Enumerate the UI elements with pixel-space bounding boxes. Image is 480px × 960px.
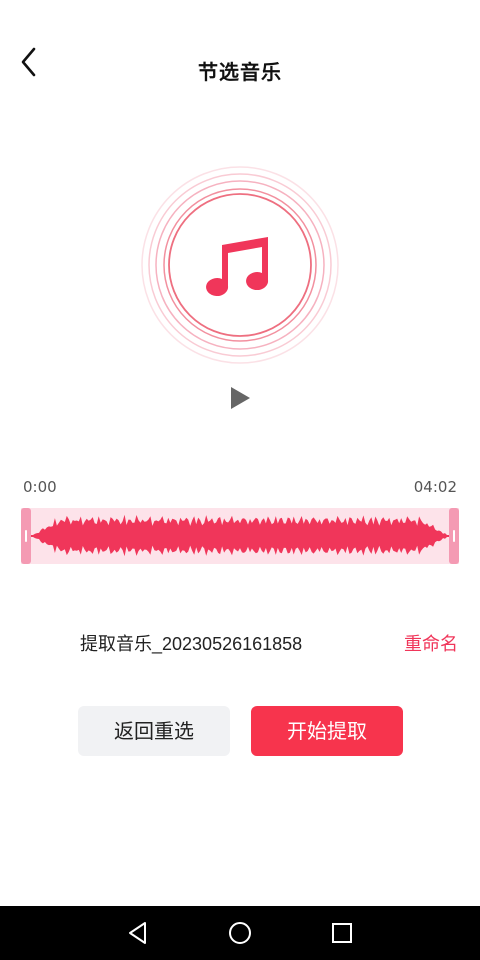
start-time: 0:00 [23, 478, 57, 496]
end-time: 04:02 [413, 478, 457, 496]
start-extract-button[interactable]: 开始提取 [251, 706, 403, 756]
rename-button[interactable]: 重命名 [404, 630, 458, 656]
waveform-selector[interactable] [21, 508, 459, 564]
circle-home-icon [229, 922, 251, 944]
page-title: 节选音乐 [198, 60, 282, 84]
play-button[interactable] [226, 384, 254, 412]
music-disc [140, 165, 340, 365]
play-icon [231, 387, 250, 409]
nav-recents-button[interactable] [327, 918, 357, 948]
system-nav-bar [0, 906, 480, 960]
header: 节选音乐 [0, 0, 480, 140]
trim-handle-end[interactable] [449, 508, 459, 564]
waveform [31, 514, 449, 557]
nav-back-button[interactable] [123, 918, 153, 948]
triangle-back-icon [129, 922, 146, 944]
file-name: 提取音乐_20230526161858 [80, 634, 303, 654]
nav-home-button[interactable] [225, 918, 255, 948]
square-recents-icon [332, 923, 352, 943]
music-note-icon [206, 237, 269, 297]
reselect-button[interactable]: 返回重选 [78, 706, 230, 756]
trim-handle-start[interactable] [21, 508, 31, 564]
